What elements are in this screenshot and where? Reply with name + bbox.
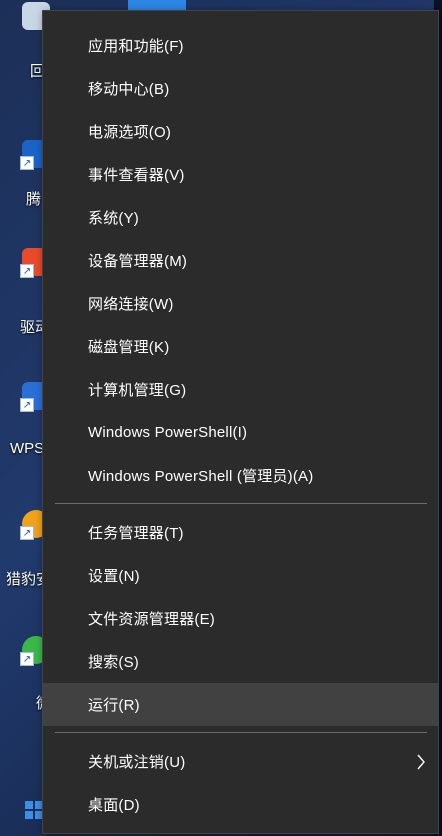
menu-item-label: 网络连接(W): [88, 296, 174, 313]
power-user-context-menu: 应用和功能(F) 移动中心(B) 电源选项(O) 事件查看器(V) 系统(Y) …: [42, 10, 439, 834]
menu-item-desktop[interactable]: 桌面(D): [43, 783, 438, 826]
menu-item-label: 文件资源管理器(E): [88, 611, 215, 628]
menu-item-label: 搜索(S): [88, 654, 139, 671]
menu-item-label: 运行(R): [88, 697, 140, 714]
menu-item-label: 设备管理器(M): [88, 253, 188, 270]
chevron-right-icon: [417, 754, 425, 769]
menu-item-mobility-center[interactable]: 移动中心(B): [43, 67, 438, 110]
shortcut-arrow-icon: ↗: [20, 652, 34, 666]
menu-item-label: 系统(Y): [88, 210, 139, 227]
windows-logo-icon: [25, 801, 43, 819]
menu-item-event-viewer[interactable]: 事件查看器(V): [43, 153, 438, 196]
menu-item-system[interactable]: 系统(Y): [43, 196, 438, 239]
menu-item-powershell-admin[interactable]: Windows PowerShell (管理员)(A): [43, 454, 438, 497]
menu-item-label: 应用和功能(F): [88, 38, 184, 55]
menu-item-label: 移动中心(B): [88, 81, 170, 98]
menu-item-search[interactable]: 搜索(S): [43, 640, 438, 683]
menu-separator: [55, 732, 427, 733]
shortcut-arrow-icon: ↗: [20, 526, 34, 540]
desktop-label: WPS: [10, 440, 45, 457]
menu-item-shutdown-signout[interactable]: 关机或注销(U): [43, 740, 438, 783]
menu-item-task-manager[interactable]: 任务管理器(T): [43, 511, 438, 554]
menu-item-apps-and-features[interactable]: 应用和功能(F): [43, 24, 438, 67]
menu-item-label: 设置(N): [88, 568, 140, 585]
menu-item-label: 桌面(D): [88, 797, 140, 814]
menu-item-label: 磁盘管理(K): [88, 339, 170, 356]
menu-item-label: 计算机管理(G): [88, 382, 187, 399]
shortcut-arrow-icon: ↗: [20, 398, 34, 412]
menu-item-network-connections[interactable]: 网络连接(W): [43, 282, 438, 325]
shortcut-arrow-icon: ↗: [20, 156, 34, 170]
menu-item-computer-management[interactable]: 计算机管理(G): [43, 368, 438, 411]
menu-item-power-options[interactable]: 电源选项(O): [43, 110, 438, 153]
menu-item-label: Windows PowerShell(I): [88, 424, 248, 441]
menu-item-file-explorer[interactable]: 文件资源管理器(E): [43, 597, 438, 640]
menu-item-settings[interactable]: 设置(N): [43, 554, 438, 597]
menu-item-label: Windows PowerShell (管理员)(A): [88, 468, 314, 485]
menu-item-powershell[interactable]: Windows PowerShell(I): [43, 411, 438, 454]
menu-item-device-manager[interactable]: 设备管理器(M): [43, 239, 438, 282]
menu-item-label: 事件查看器(V): [88, 167, 185, 184]
menu-item-label: 关机或注销(U): [88, 754, 186, 771]
menu-separator: [55, 503, 427, 504]
menu-item-run[interactable]: 运行(R): [43, 683, 438, 726]
desktop-label: 腾: [26, 191, 42, 208]
menu-item-label: 电源选项(O): [88, 124, 172, 141]
menu-item-label: 任务管理器(T): [88, 525, 184, 542]
shortcut-arrow-icon: ↗: [20, 264, 34, 278]
menu-item-disk-management[interactable]: 磁盘管理(K): [43, 325, 438, 368]
